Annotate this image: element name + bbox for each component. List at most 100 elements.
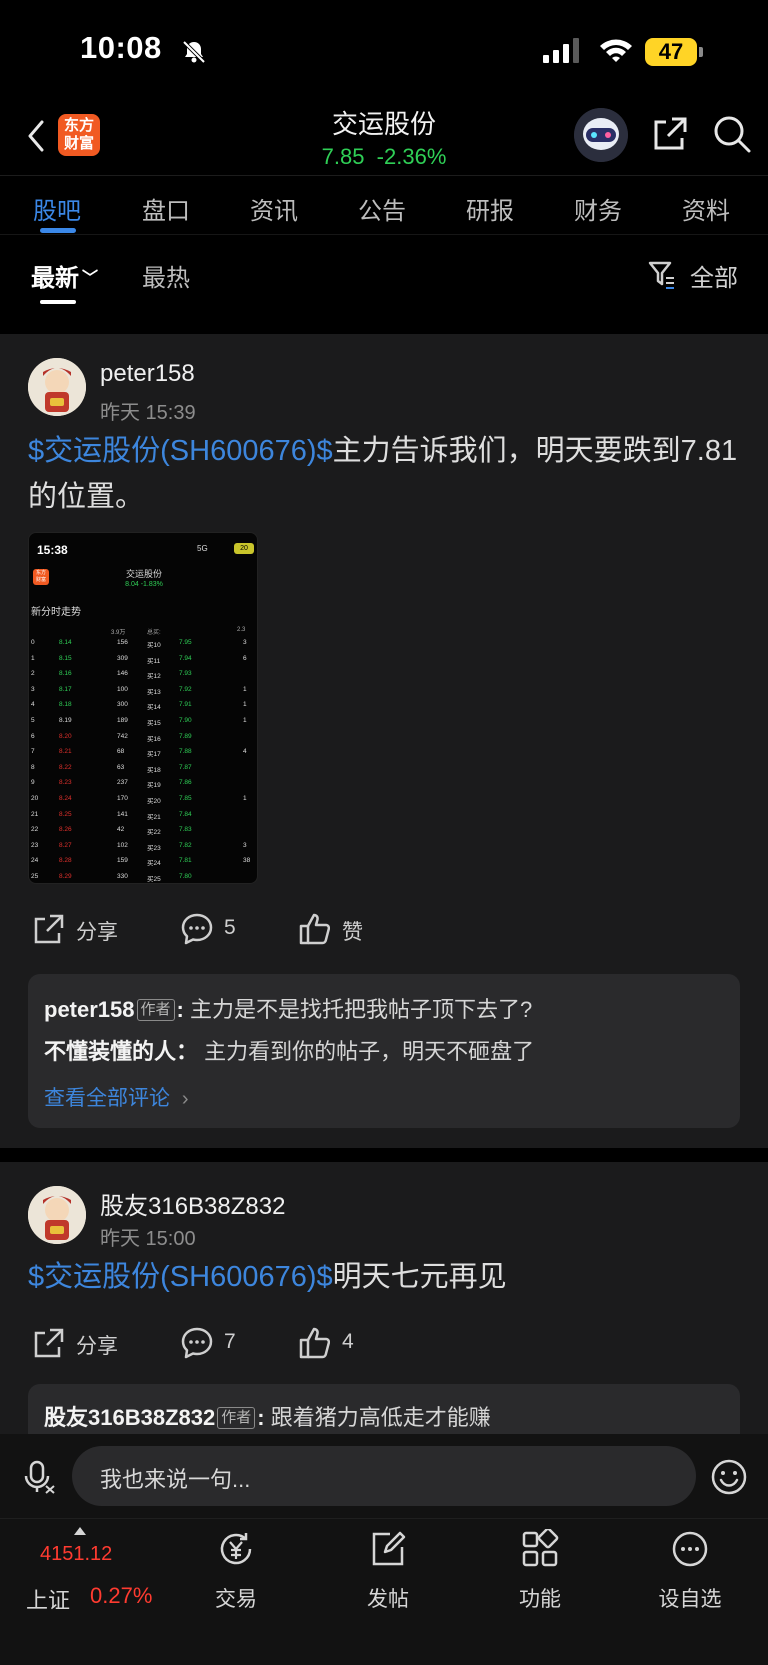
tab-profile[interactable]: 资料	[682, 191, 730, 226]
comments-preview[interactable]: peter158 作者: 主力是不是找托把我帖子顶下去了? 不懂装懂的人： 主力看…	[28, 974, 740, 1128]
order-book-cell: 3	[243, 639, 247, 646]
order-book-row: 4 8.18 300 买14 7.91 1	[29, 701, 257, 717]
order-book-cell: 146	[117, 670, 128, 678]
order-book-cell: 8.26	[59, 826, 72, 834]
order-book-cell: 7.87	[179, 763, 192, 771]
image-header-buy: 总买:	[147, 630, 161, 636]
order-book-cell: 8.23	[59, 779, 72, 787]
order-book-cell: 7.93	[179, 670, 192, 678]
comment-item[interactable]: 股友316B38Z832 作者: 跟着猪力高低走才能赚	[44, 1400, 491, 1432]
market-index-widget[interactable]: 4151.12 上证 0.27%	[0, 1519, 170, 1619]
stock-link[interactable]: $交运股份(SH600676)$	[28, 1261, 333, 1293]
order-book-cell: 309	[117, 654, 128, 662]
order-book-cell: 7.89	[179, 732, 192, 740]
post-username[interactable]: 股友316B38Z832	[100, 1186, 285, 1221]
nav-trade[interactable]: 交易	[186, 1519, 286, 1619]
post-content[interactable]: $交运股份(SH600676)$明天七元再见	[28, 1254, 740, 1300]
order-book-cell: 42	[117, 826, 125, 834]
author-badge: 作者	[136, 999, 175, 1021]
order-book-row: 22 8.26 42 买22 7.83	[29, 826, 257, 842]
order-book-cell: 4	[243, 748, 247, 756]
post-divider	[0, 1148, 768, 1162]
tab-finance[interactable]: 财务	[574, 191, 622, 226]
tab-announcements[interactable]: 公告	[358, 191, 406, 226]
order-book-cell: 7.88	[179, 748, 192, 756]
post-image[interactable]: 15:38 5G 20 东方 财富 交运股份 8.04 -1.83% 新分时走势 …	[28, 532, 258, 884]
order-book-cell: 8.28	[59, 857, 72, 865]
order-book-cell: 7	[31, 748, 35, 756]
chevron-down-icon: ﹀	[82, 270, 99, 287]
order-book-cell: 22	[31, 826, 39, 834]
comment-item[interactable]: 不懂装懂的人： 主力看到你的帖子，明天不砸盘了	[44, 1034, 534, 1066]
comment-item[interactable]: peter158 作者: 主力是不是找托把我帖子顶下去了?	[44, 992, 532, 1024]
comment-action[interactable]: 5	[180, 910, 260, 950]
voice-input-icon[interactable]	[22, 1460, 56, 1494]
comment-icon	[181, 913, 213, 945]
sort-hot[interactable]: 最热	[142, 258, 190, 293]
post-content[interactable]: $交运股份(SH600676)$主力告诉我们，明天要跌到7.81的位置。	[28, 428, 740, 520]
share-action[interactable]: 分享	[32, 910, 132, 950]
index-name: 上证	[26, 1588, 71, 1613]
cellular-signal-icon	[543, 38, 579, 63]
order-book-row: 3 8.17 100 买13 7.92 1	[29, 685, 257, 702]
robot-assistant-icon[interactable]	[574, 108, 628, 162]
share-action[interactable]: 分享	[32, 1324, 132, 1364]
compose-icon	[372, 1531, 406, 1566]
tab-research[interactable]: 研报	[466, 191, 514, 226]
order-book-cell: 21	[31, 810, 39, 818]
order-book-cell: 6	[243, 654, 247, 662]
nav-functions[interactable]: 功能	[490, 1519, 590, 1619]
like-action[interactable]: 4	[298, 1324, 378, 1364]
order-book-cell: 159	[117, 857, 128, 865]
nav-add-watchlist[interactable]: 设自选	[640, 1519, 740, 1619]
order-book-cell: 8.18	[59, 701, 72, 709]
comment-action[interactable]: 7	[180, 1324, 260, 1364]
order-book-cell: 买22	[147, 829, 161, 837]
filter-icon[interactable]	[648, 260, 676, 290]
order-book-row: 9 8.23 237 买19 7.86	[29, 779, 257, 795]
order-book-cell: 7.94	[179, 654, 192, 662]
post-card[interactable]: 股友316B38Z832 昨天 15:00 $交运股份(SH600676)$明天…	[0, 1162, 768, 1444]
nav-functions-label: 功能	[519, 1588, 561, 1611]
sort-tabs: 最新 ﹀ 最热 全部	[0, 236, 768, 320]
order-book-cell: 156	[117, 639, 128, 646]
comment-count: 5	[224, 916, 236, 939]
order-book-row: 6 8.20 742 买16 7.89	[29, 732, 257, 749]
order-book-cell: 24	[31, 857, 39, 865]
emoji-icon[interactable]	[710, 1458, 748, 1496]
sort-latest[interactable]: 最新 ﹀	[31, 258, 98, 293]
order-book-cell: 25	[31, 873, 39, 880]
order-book-cell: 100	[117, 685, 128, 693]
order-book-cell: 8.17	[59, 685, 72, 693]
view-all-comments-link[interactable]: 查看全部评论 ›	[44, 1082, 189, 1112]
like-action[interactable]: 赞	[298, 910, 378, 950]
tab-guba[interactable]: 股吧	[33, 191, 81, 226]
comment-input[interactable]: 我也来说一句...	[72, 1446, 696, 1506]
comment-text: 跟着猪力高低走才能赚	[270, 1405, 491, 1430]
image-battery: 20	[234, 543, 254, 554]
tab-news[interactable]: 资讯	[250, 191, 298, 226]
share-icon[interactable]	[650, 114, 690, 154]
comment-author[interactable]: 股友316B38Z832	[44, 1405, 215, 1430]
avatar[interactable]	[28, 1186, 86, 1244]
active-tab-indicator	[40, 228, 76, 233]
back-arrow-icon[interactable]	[22, 116, 52, 156]
battery-tip	[699, 47, 703, 57]
order-book-cell: 买12	[147, 673, 161, 681]
order-book-cell: 9	[31, 779, 35, 787]
tab-pankou[interactable]: 盘口	[142, 191, 190, 226]
order-book-row: 20 8.24 170 买20 7.85 1	[29, 795, 257, 811]
search-icon[interactable]	[712, 114, 752, 154]
order-book-row: 25 8.29 330 买25 7.80	[29, 873, 257, 883]
stock-link[interactable]: $交运股份(SH600676)$	[28, 435, 333, 467]
post-username[interactable]: peter158	[100, 360, 195, 388]
comment-author[interactable]: 不懂装懂的人	[44, 1039, 176, 1064]
avatar[interactable]	[28, 358, 86, 416]
nav-post[interactable]: 发帖	[338, 1519, 438, 1619]
image-status-time: 15:38	[37, 543, 68, 557]
filter-label[interactable]: 全部	[690, 258, 738, 293]
comment-author[interactable]: peter158	[44, 997, 135, 1022]
app-logo[interactable]: 东方 财富	[58, 114, 100, 156]
order-book-cell: 8.27	[59, 841, 72, 849]
order-book-cell: 38	[243, 857, 251, 865]
